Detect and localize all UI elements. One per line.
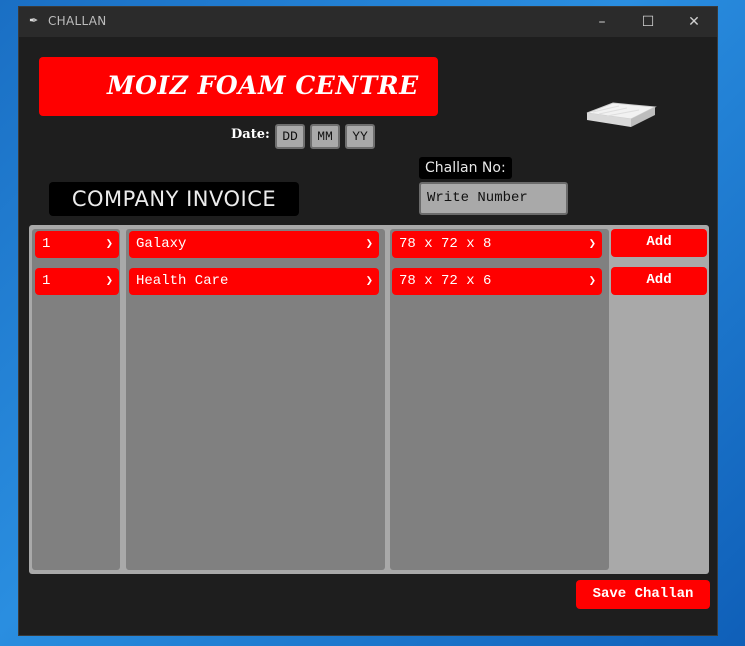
add-button[interactable]: Add bbox=[611, 267, 707, 295]
minimize-icon: – bbox=[598, 14, 606, 30]
pen-icon: ✒ bbox=[29, 14, 39, 27]
size-value: 78 x 72 x 6 bbox=[399, 273, 492, 289]
product-select[interactable]: Galaxy ❯ bbox=[129, 231, 379, 258]
mattress-image bbox=[586, 102, 657, 127]
save-challan-button[interactable]: Save Challan bbox=[576, 580, 710, 609]
add-button[interactable]: Add bbox=[611, 229, 707, 257]
quantity-value: 1 bbox=[42, 273, 51, 289]
size-value: 78 x 72 x 8 bbox=[399, 236, 492, 252]
invoice-label: COMPANY INVOICE bbox=[49, 182, 299, 216]
maximize-icon: ☐ bbox=[641, 14, 655, 30]
items-panel: 1 ❯ Galaxy ❯ 78 x 72 x 8 ❯ Add 1 ❯ Healt… bbox=[29, 225, 709, 574]
title-bar[interactable]: ✒ CHALLAN – ☐ ✕ bbox=[19, 7, 717, 37]
window-title: CHALLAN bbox=[48, 14, 107, 28]
close-button[interactable]: ✕ bbox=[671, 7, 717, 37]
company-name: MOIZ FOAM CENTRE bbox=[107, 71, 419, 100]
app-window: ✒ CHALLAN – ☐ ✕ MOIZ FOAM CENTRE Date: D… bbox=[18, 6, 718, 636]
minimize-button[interactable]: – bbox=[579, 7, 625, 37]
quantity-select[interactable]: 1 ❯ bbox=[35, 268, 119, 295]
quantity-select[interactable]: 1 ❯ bbox=[35, 231, 119, 258]
chevron-down-icon: ❯ bbox=[105, 237, 113, 251]
chevron-down-icon: ❯ bbox=[365, 274, 373, 288]
date-month-input[interactable]: MM bbox=[310, 124, 340, 149]
chevron-down-icon: ❯ bbox=[365, 237, 373, 251]
close-icon: ✕ bbox=[688, 14, 700, 30]
product-select[interactable]: Health Care ❯ bbox=[129, 268, 379, 295]
date-label: Date: bbox=[231, 127, 270, 142]
quantity-value: 1 bbox=[42, 236, 51, 252]
product-value: Galaxy bbox=[136, 236, 187, 252]
company-banner: MOIZ FOAM CENTRE bbox=[39, 57, 438, 116]
challan-number-input[interactable]: Write Number bbox=[419, 182, 568, 215]
chevron-down-icon: ❯ bbox=[588, 237, 596, 251]
date-year-input[interactable]: YY bbox=[345, 124, 375, 149]
challan-no-label: Challan No: bbox=[419, 157, 512, 179]
size-select[interactable]: 78 x 72 x 8 ❯ bbox=[392, 231, 602, 258]
maximize-button[interactable]: ☐ bbox=[625, 7, 671, 37]
chevron-down-icon: ❯ bbox=[588, 274, 596, 288]
chevron-down-icon: ❯ bbox=[105, 274, 113, 288]
date-day-input[interactable]: DD bbox=[275, 124, 305, 149]
size-select[interactable]: 78 x 72 x 6 ❯ bbox=[392, 268, 602, 295]
product-value: Health Care bbox=[136, 273, 229, 289]
